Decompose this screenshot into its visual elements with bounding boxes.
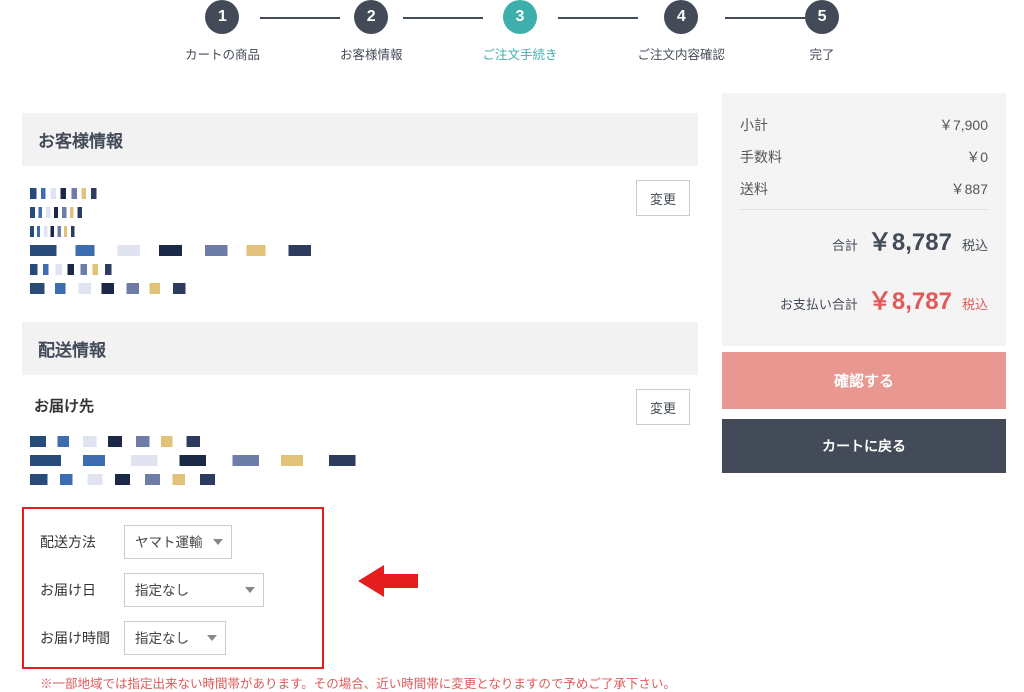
delivery-method-label: 配送方法 [40,532,124,552]
step-label: カートの商品 [185,44,260,63]
progress-stepper: 1 カートの商品 2 お客様情報 3 ご注文手続き 4 ご注文内容確認 5 完了 [0,0,1024,93]
back-to-cart-button[interactable]: カートに戻る [722,419,1006,473]
fee-label: 手数料 [740,147,782,167]
step-3: 3 ご注文手続き [483,0,558,63]
step-connector [725,17,805,19]
delivery-time-select[interactable]: 指定なし [124,621,226,655]
step-label: ご注文内容確認 [638,44,726,63]
step-1: 1 カートの商品 [185,0,260,63]
customer-info-masked [30,180,636,302]
delivery-date-label: お届け日 [40,580,124,600]
step-connector [558,17,638,19]
step-label: 完了 [810,44,835,63]
step-circle: 4 [664,0,698,34]
delivery-method-select[interactable]: ヤマト運輸 [124,525,232,559]
pay-value: ￥8,787 [868,281,952,316]
shipping-info-heading: 配送情報 [22,322,698,375]
step-label: お客様情報 [340,44,403,63]
delivery-options-box: 配送方法 ヤマト運輸 お届け日 指定なし お届け時間 指定なし [22,507,324,669]
confirm-button[interactable]: 確認する [722,352,1006,409]
step-label-active: ご注文手続き [483,44,558,63]
step-connector [403,17,483,19]
destination-info-masked [22,436,698,507]
subtotal-value: ￥7,900 [939,115,988,135]
total-value: ￥8,787 [868,222,952,257]
destination-heading: お届け先 [34,395,94,416]
total-label: 合計 [832,235,858,254]
step-circle: 2 [354,0,388,34]
change-destination-button[interactable]: 変更 [636,389,690,425]
step-circle: 1 [205,0,239,34]
customer-info-heading: お客様情報 [22,113,698,166]
annotation-arrow-icon [358,562,418,600]
delivery-note: ※一部地域では指定出来ない時間帯があります。その場合、近い時間帯に変更となります… [40,673,698,692]
total-suffix: 税込 [962,235,988,254]
step-4: 4 ご注文内容確認 [638,0,726,63]
step-circle-active: 3 [503,0,537,34]
delivery-time-label: お届け時間 [40,628,124,648]
change-customer-button[interactable]: 変更 [636,180,690,216]
step-connector [260,17,340,19]
step-2: 2 お客様情報 [340,0,403,63]
subtotal-label: 小計 [740,115,768,135]
order-summary-panel: 小計 ￥7,900 手数料 ￥0 送料 ￥887 合計 ￥8,787 税込 お支… [722,93,1006,346]
shipfee-value: ￥887 [951,179,988,199]
step-5: 5 完了 [805,0,839,63]
delivery-date-select[interactable]: 指定なし [124,573,264,607]
pay-label: お支払い合計 [780,294,858,313]
fee-value: ￥0 [966,147,988,167]
shipfee-label: 送料 [740,179,768,199]
pay-suffix: 税込 [962,294,988,313]
step-circle: 5 [805,0,839,34]
